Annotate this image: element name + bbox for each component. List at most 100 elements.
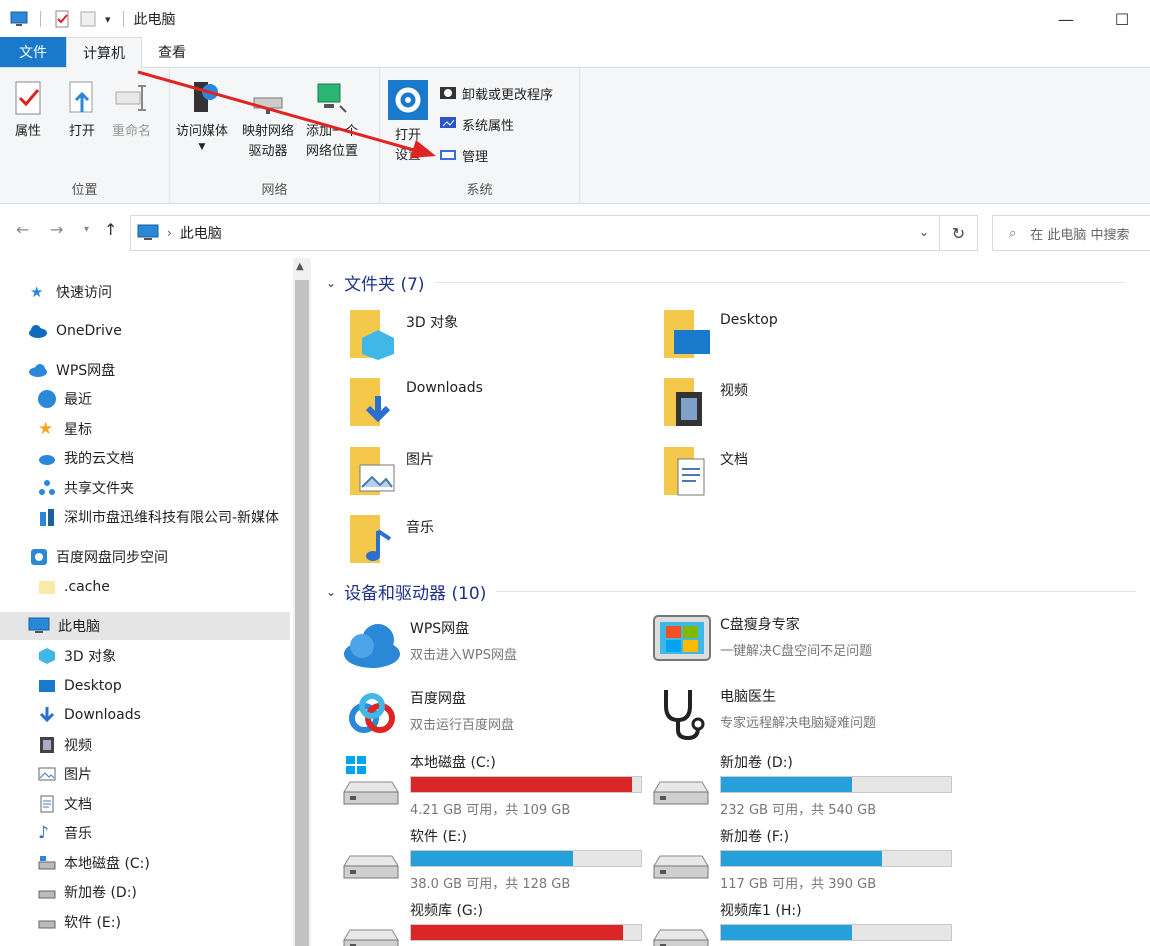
drive-e[interactable]: 软件 (E:) 38.0 GB 可用，共 128 GB: [342, 826, 642, 892]
app-pc-doctor[interactable]: 电脑医生 专家远程解决电脑疑难问题: [652, 686, 876, 740]
sidebar-item-3d-objects[interactable]: 3D 对象: [0, 642, 290, 670]
uninstall-icon: [440, 87, 456, 99]
drive-h[interactable]: 视频库1 (H:): [652, 900, 952, 946]
sidebar-item-documents[interactable]: 文档: [0, 790, 290, 818]
new-folder-icon[interactable]: [79, 10, 97, 28]
folder-music[interactable]: 音乐: [348, 513, 434, 565]
folder-desktop[interactable]: Desktop: [662, 308, 778, 360]
folder-name: 文档: [720, 452, 748, 468]
address-dropdown-icon[interactable]: ⌄: [919, 225, 929, 239]
search-input[interactable]: ⌕ 在 此电脑 中搜索: [992, 215, 1150, 251]
scroll-up-icon[interactable]: ▲: [296, 261, 304, 272]
sidebar-item-videos[interactable]: 视频: [0, 731, 290, 759]
app-name: WPS网盘: [410, 621, 470, 637]
rename-button[interactable]: 重命名: [112, 80, 151, 142]
sidebar-item-wps[interactable]: WPS网盘: [0, 356, 290, 384]
location-group-label: 位置: [71, 183, 98, 198]
drive-g[interactable]: 视频库 (G:): [342, 900, 642, 946]
sidebar-item-cloud-docs[interactable]: 我的云文档: [0, 444, 290, 472]
open-label: 打开: [68, 124, 95, 139]
tab-computer[interactable]: 计算机: [66, 37, 142, 68]
drive-f[interactable]: 新加卷 (F:) 117 GB 可用，共 390 GB: [652, 826, 952, 892]
open-settings-button[interactable]: 打开 设置: [388, 80, 428, 166]
refresh-button[interactable]: ↻: [940, 215, 978, 251]
drive-c[interactable]: 本地磁盘 (C:) 4.21 GB 可用，共 109 GB: [342, 752, 642, 818]
tab-view[interactable]: 查看: [142, 37, 202, 67]
sidebar-item-drive-e[interactable]: 软件 (E:): [0, 908, 290, 936]
sidebar-item-label: OneDrive: [56, 323, 122, 339]
sidebar-item-company[interactable]: 深圳市盘迅维科技有限公司-新媒体: [0, 503, 290, 531]
sidebar-item-pictures[interactable]: 图片: [0, 760, 290, 788]
folder-downloads[interactable]: Downloads: [348, 376, 483, 428]
app-baidu-drive[interactable]: 百度网盘 双击运行百度网盘: [342, 688, 514, 742]
breadcrumb[interactable]: 此电脑: [180, 223, 222, 243]
folder-3d-objects[interactable]: 3D 对象: [348, 308, 458, 360]
uninstall-button[interactable]: 卸载或更改程序: [438, 82, 553, 104]
chevron-down-icon: ⌄: [326, 275, 337, 290]
app-c-slim[interactable]: C盘瘦身专家 一键解决C盘空间不足问题: [652, 614, 872, 668]
sidebar-item-desktop[interactable]: Desktop: [0, 672, 290, 700]
breadcrumb-chevron-icon[interactable]: ›: [167, 226, 172, 240]
sidebar-item-recent[interactable]: 最近: [0, 385, 290, 413]
forward-icon[interactable]: →: [50, 220, 63, 239]
building-icon: [40, 509, 54, 526]
hard-drive-icon: [343, 855, 399, 879]
sidebar-item-downloads[interactable]: Downloads: [0, 701, 290, 729]
dropdown-arrow-icon: ▼: [198, 142, 206, 152]
clock-icon: [38, 390, 56, 408]
folder-pictures[interactable]: 图片: [348, 445, 434, 497]
folder-videos[interactable]: 视频: [662, 376, 748, 428]
sidebar-item-starred[interactable]: ★ 星标: [0, 415, 290, 443]
system-drive-icon: [343, 756, 399, 805]
access-media-button[interactable]: 访问媒体 ▼: [176, 80, 228, 152]
baidu-sync-icon: [31, 549, 47, 565]
properties-icon[interactable]: [53, 10, 71, 28]
add-network-location-button[interactable]: 添加一个 网络位置: [306, 80, 358, 162]
sidebar-item-label: Desktop: [64, 678, 122, 694]
customize-toolbar-icon[interactable]: ▾: [105, 13, 111, 26]
open-button[interactable]: 打开: [64, 80, 100, 142]
system-drive-icon: [38, 856, 56, 870]
devices-section-header[interactable]: ⌄ 设备和驱动器 (10): [326, 579, 1137, 604]
maximize-button[interactable]: ☐: [1094, 0, 1150, 38]
quick-access-toolbar: ▾: [0, 10, 128, 28]
desktop-folder-icon: [664, 310, 710, 358]
manage-button[interactable]: 管理: [438, 144, 488, 166]
sidebar-item-this-pc[interactable]: 此电脑: [0, 612, 290, 640]
recent-locations-icon[interactable]: ▾: [84, 224, 89, 235]
address-bar[interactable]: › 此电脑 ⌄: [130, 215, 940, 251]
folders-section-header[interactable]: ⌄ 文件夹 (7): [326, 270, 1125, 295]
properties-icon: [15, 81, 41, 115]
desktop-icon: [39, 680, 55, 692]
sidebar-item-shared-folders[interactable]: 共享文件夹: [0, 474, 290, 502]
system-group: 打开 设置 卸载或更改程序 系统属性 管理 系统: [380, 68, 580, 204]
folder-documents[interactable]: 文档: [662, 445, 748, 497]
sidebar-item-quick-access[interactable]: ★ 快速访问: [0, 278, 290, 306]
scrollbar-thumb[interactable]: [295, 280, 309, 946]
minimize-button[interactable]: —: [1038, 0, 1094, 38]
tab-file[interactable]: 文件: [0, 37, 66, 67]
toolbar-divider: [40, 11, 41, 27]
sidebar-item-label: 快速访问: [56, 285, 112, 301]
sidebar-item-label: 本地磁盘 (C:): [64, 856, 150, 872]
network-location-icon: [317, 83, 347, 113]
map-network-drive-button[interactable]: 映射网络 驱动器: [242, 92, 294, 162]
sidebar-item-music[interactable]: ♪ 音乐: [0, 819, 290, 847]
up-icon[interactable]: ↑: [104, 220, 117, 239]
sidebar-item-onedrive[interactable]: OneDrive: [0, 317, 290, 345]
sidebar-item-baidu-sync[interactable]: 百度网盘同步空间: [0, 543, 290, 571]
sidebar-item-drive-d[interactable]: 新加卷 (D:): [0, 878, 290, 906]
title-bar: ▾ 此电脑 — ☐: [0, 0, 1150, 38]
sidebar-item-drive-c[interactable]: 本地磁盘 (C:): [0, 849, 290, 877]
computer-icon[interactable]: [10, 10, 28, 28]
sidebar-scrollbar[interactable]: ▲: [293, 258, 311, 946]
app-wps-drive[interactable]: WPS网盘 双击进入WPS网盘: [342, 618, 517, 672]
system-properties-button[interactable]: 系统属性: [438, 113, 514, 135]
back-icon[interactable]: ←: [16, 220, 29, 239]
pictures-folder-icon: [350, 447, 395, 495]
app-description: 一键解决C盘空间不足问题: [720, 644, 873, 659]
properties-button[interactable]: 属性: [10, 80, 46, 142]
section-divider: [496, 591, 1137, 592]
sidebar-item-cache[interactable]: .cache: [0, 573, 290, 601]
drive-d[interactable]: 新加卷 (D:) 232 GB 可用，共 540 GB: [652, 752, 952, 818]
